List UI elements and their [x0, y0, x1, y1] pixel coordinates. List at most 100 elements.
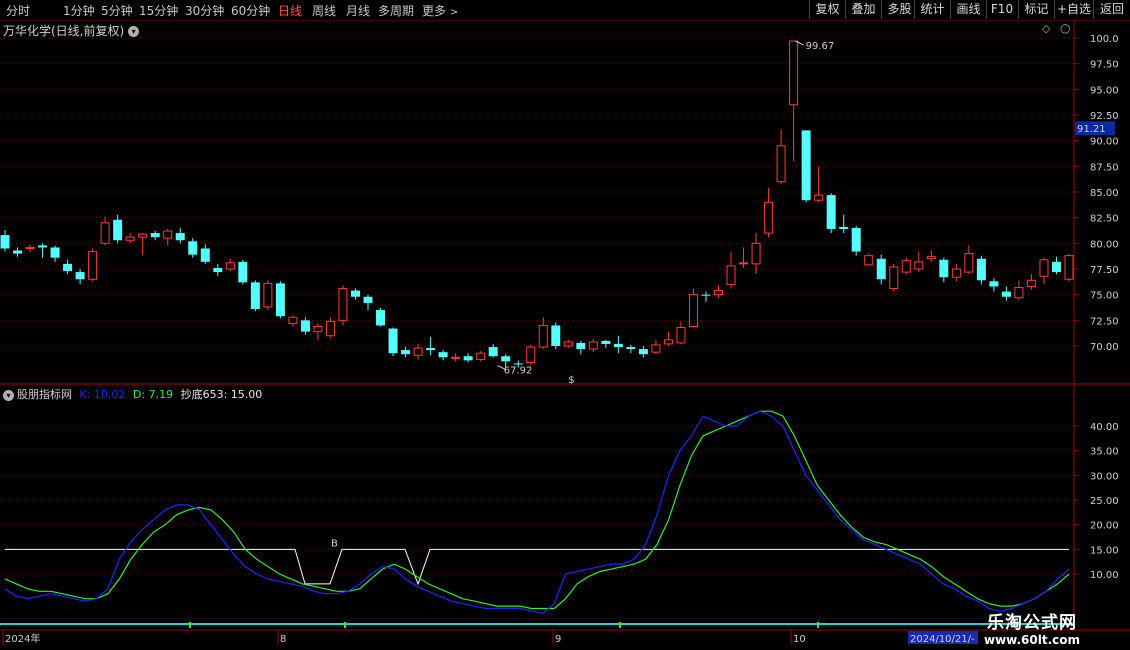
indicator-label: 20.00	[1090, 521, 1119, 532]
candle-body	[989, 281, 999, 287]
chart-canvas[interactable]: 99.67 67.92 $ B 100.0 97.50 95.00 92.50 90.00 8…	[0, 0, 1130, 650]
candle-body	[125, 236, 135, 241]
indicator-label: 15.00	[1090, 545, 1119, 556]
candle	[714, 285, 724, 298]
indicator-grid	[0, 425, 1074, 575]
candle	[939, 257, 949, 283]
candle	[726, 251, 736, 289]
candle-body	[250, 282, 260, 310]
candle-body	[426, 348, 436, 351]
candle	[426, 336, 436, 356]
candle-body	[1026, 279, 1036, 287]
chevron-down-icon[interactable]: ▾	[128, 26, 140, 37]
candle-body	[563, 341, 573, 347]
candle	[1051, 256, 1061, 275]
candle	[751, 233, 761, 275]
candle-body	[75, 272, 85, 280]
candle-body	[613, 343, 623, 348]
candle	[250, 280, 260, 312]
candle-body	[325, 320, 335, 337]
chart-title[interactable]: 万华化学(日线,前复权) ▾	[3, 22, 140, 39]
candle-body	[451, 356, 461, 359]
price-label: 82.50	[1090, 214, 1119, 225]
candle-body	[764, 201, 774, 234]
candle-body	[688, 294, 698, 327]
candle-body	[976, 258, 986, 281]
candle	[889, 263, 899, 292]
candle-body	[801, 130, 811, 201]
indicator-series: B	[0, 410, 1074, 628]
candle	[826, 193, 836, 234]
candle-body	[376, 310, 386, 326]
candle-body	[175, 233, 185, 241]
candle	[451, 353, 461, 362]
candle	[926, 250, 936, 262]
candle	[576, 340, 586, 355]
candle-body	[275, 283, 285, 317]
price-label: 97.50	[1090, 60, 1119, 71]
candle	[63, 259, 73, 275]
candle	[75, 269, 85, 285]
price-grid	[0, 20, 1130, 631]
candle	[138, 233, 148, 256]
chevron-down-icon[interactable]: ▾	[3, 389, 14, 401]
candle	[188, 238, 198, 258]
indicator-name[interactable]: 股朋指标网	[17, 388, 72, 401]
candle-body	[1014, 286, 1024, 299]
high-label: 99.67	[806, 41, 835, 52]
candle-body	[951, 268, 961, 278]
candle-body	[814, 194, 824, 201]
candle	[275, 281, 285, 319]
candle-body	[551, 325, 561, 346]
circle-icon[interactable]: ○	[1060, 21, 1070, 35]
indicator-header: ▾ 股朋指标网 K: 10.02 D: 7.19 抄底653: 15.00	[3, 386, 262, 402]
candle	[676, 321, 686, 344]
d-value: D: 7.19	[132, 388, 174, 401]
candle-body	[313, 325, 323, 333]
candle-body	[864, 255, 874, 266]
candle	[701, 291, 711, 302]
b-signal-label: B	[331, 538, 338, 549]
candle	[376, 308, 386, 327]
candle-body	[88, 251, 98, 280]
candle-body	[914, 261, 924, 270]
candle	[951, 263, 961, 282]
candle-body	[701, 294, 711, 296]
indicator-label: 30.00	[1090, 471, 1119, 482]
candle-body	[501, 356, 511, 362]
price-label: 85.00	[1090, 188, 1119, 199]
indicator-label: 25.00	[1090, 496, 1119, 507]
candle-body	[663, 339, 673, 345]
axes: 100.0 97.50 95.00 92.50 90.00 87.50 85.00 82.50…	[2, 34, 1119, 645]
watermark-url: www.60lt.com	[984, 633, 1081, 647]
candle	[476, 351, 486, 362]
price-label: 92.50	[1090, 111, 1119, 122]
candle	[113, 214, 123, 244]
candle-body	[889, 266, 899, 290]
candle	[601, 339, 611, 349]
candle-body	[50, 247, 60, 258]
candle	[638, 346, 648, 358]
candle	[125, 233, 135, 244]
candle-body	[338, 288, 348, 321]
candle-body	[200, 248, 210, 262]
candle	[976, 255, 986, 285]
price-label: 70.00	[1090, 342, 1119, 353]
candle-body	[138, 233, 148, 238]
candle	[388, 327, 398, 357]
candle	[1001, 286, 1011, 301]
candle	[313, 323, 323, 340]
candle	[901, 257, 911, 275]
candle-body	[939, 259, 949, 278]
candle-body	[538, 324, 548, 348]
candle	[626, 344, 636, 354]
candle-body	[676, 327, 686, 344]
candle	[964, 245, 974, 275]
price-label: 72.50	[1090, 316, 1119, 327]
diamond-icon[interactable]: ◇	[1042, 22, 1050, 35]
candle	[200, 244, 210, 264]
candle	[100, 216, 110, 246]
candle-body	[350, 290, 360, 297]
candle-body	[13, 250, 23, 254]
candle	[864, 253, 874, 266]
